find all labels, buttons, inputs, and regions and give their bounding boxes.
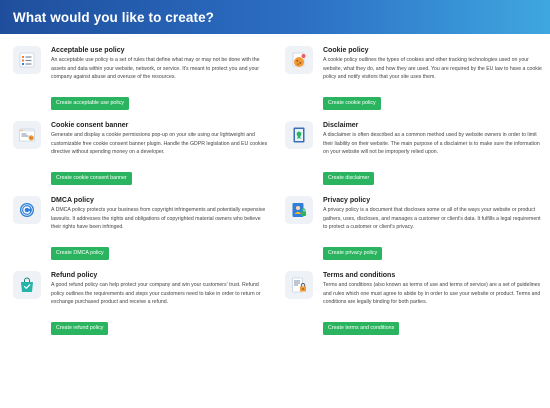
card-title: DMCA policy xyxy=(51,197,94,204)
card-description: Generate and display a cookie permission… xyxy=(51,132,268,156)
create-terms-and-conditions-button[interactable]: Create terms and conditions xyxy=(323,322,400,335)
card-description: A DMCA policy protects your business fro… xyxy=(51,207,266,231)
card-acceptable-use: Acceptable use policy An acceptable use … xyxy=(0,44,270,119)
create-privacy-policy-button[interactable]: Create privacy policy xyxy=(323,247,383,260)
create-dmca-policy-button[interactable]: Create DMCA policy xyxy=(51,247,109,260)
card-privacy-policy: Privacy policy A privacy policy is a doc… xyxy=(272,194,542,269)
card-title: Cookie policy xyxy=(323,47,369,54)
card-disclaimer: Disclaimer A disclaimer is often describ… xyxy=(272,119,542,194)
card-dmca-policy: DMCA policy A DMCA policy protects your … xyxy=(0,194,270,269)
browser-cookie-icon xyxy=(13,121,41,149)
create-refund-policy-button[interactable]: Create refund policy xyxy=(51,322,109,335)
card-refund-policy: Refund policy A good refund policy can h… xyxy=(0,269,270,344)
policy-grid: Acceptable use policy An acceptable use … xyxy=(0,44,550,344)
create-cookie-consent-banner-button[interactable]: Create cookie consent banner xyxy=(51,172,132,185)
document-badge-icon xyxy=(285,121,313,149)
card-title: Acceptable use policy xyxy=(51,47,125,54)
card-terms-and-conditions: Terms and conditions Terms and condition… xyxy=(272,269,542,344)
create-acceptable-use-policy-button[interactable]: Create acceptable use policy xyxy=(51,97,130,110)
checklist-icon xyxy=(13,46,41,74)
card-title: Privacy policy xyxy=(323,197,371,204)
shopping-bag-icon xyxy=(13,271,41,299)
card-description: An acceptable use policy is a set of rul… xyxy=(51,57,260,81)
card-description: A privacy policy is a document that disc… xyxy=(323,207,541,231)
card-description: A good refund policy can help protect yo… xyxy=(51,282,261,306)
card-cookie-consent-banner: Cookie consent banner Generate and displ… xyxy=(0,119,270,194)
card-description: Terms and conditions (also known as term… xyxy=(323,282,541,306)
card-title: Disclaimer xyxy=(323,122,359,129)
page-title: What would you like to create? xyxy=(13,9,215,25)
card-title: Refund policy xyxy=(51,272,98,279)
user-lock-icon xyxy=(285,196,313,224)
document-lock-icon xyxy=(285,271,313,299)
card-cookie-policy: Cookie policy A cookie policy outlines t… xyxy=(272,44,542,119)
page-header: What would you like to create? xyxy=(0,0,550,34)
card-description: A cookie policy outlines the types of co… xyxy=(323,57,542,81)
copyright-icon xyxy=(13,196,41,224)
create-cookie-policy-button[interactable]: Create cookie policy xyxy=(323,97,381,110)
cookie-icon xyxy=(285,46,313,74)
card-description: A disclaimer is often described as a com… xyxy=(323,132,540,156)
create-disclaimer-button[interactable]: Create disclaimer xyxy=(323,172,375,185)
card-title: Cookie consent banner xyxy=(51,122,129,129)
card-title: Terms and conditions xyxy=(323,272,396,279)
